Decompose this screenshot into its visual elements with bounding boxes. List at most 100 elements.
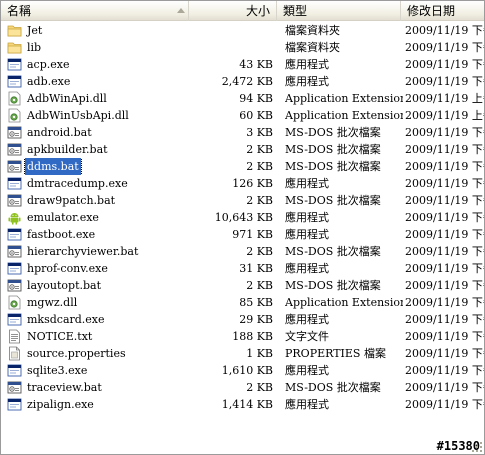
column-header-modified-label: 修改日期: [407, 4, 456, 18]
file-name: mgwz.dll: [27, 296, 78, 309]
file-size: 971 KB: [232, 228, 273, 241]
file-row[interactable]: emulator.exe 10,643 KB 應用程式 2009/11/19 下午: [1, 209, 484, 226]
file-size: [189, 22, 273, 39]
file-name-cell: source.properties: [7, 345, 189, 362]
file-size: 2 KB: [246, 143, 273, 156]
file-modified: 2009/11/19 下午: [405, 177, 484, 190]
file-name: draw9patch.bat: [27, 194, 116, 207]
file-row[interactable]: hierarchyviewer.bat 2 KB MS-DOS 批次檔案 2009/1…: [1, 243, 484, 260]
file-modified: 2009/11/19 下午: [405, 364, 484, 377]
file-modified: 2009/11/19 下午: [405, 143, 484, 156]
file-type: Application Extension: [285, 296, 403, 309]
file-modified: 2009/11/19 下午: [405, 398, 484, 411]
file-row[interactable]: fastboot.exe 971 KB 應用程式 2009/11/19 下午: [1, 226, 484, 243]
file-modified: 2009/11/19 下午: [405, 347, 484, 360]
file-type: 應用程式: [285, 211, 329, 224]
resize-grip-icon[interactable]: [470, 440, 484, 454]
file-size: 43 KB: [239, 58, 273, 71]
file-row[interactable]: mgwz.dll 85 KB Application Extension 2009/1…: [1, 294, 484, 311]
file-row[interactable]: Jet 檔案資料夾 2009/11/19 下午: [1, 22, 484, 39]
file-name: NOTICE.txt: [27, 330, 93, 343]
file-row[interactable]: ddms.bat 2 KB MS-DOS 批次檔案 2009/11/19 下午: [1, 158, 484, 175]
file-size: 188 KB: [232, 330, 273, 343]
file-type: MS-DOS 批次檔案: [285, 126, 381, 139]
file-row[interactable]: hprof-conv.exe 31 KB 應用程式 2009/11/19 下午: [1, 260, 484, 277]
file-name-cell: emulator.exe: [7, 209, 189, 226]
dll-icon: [7, 295, 22, 310]
file-type: MS-DOS 批次檔案: [285, 194, 381, 207]
file-size: 29 KB: [239, 313, 273, 326]
file-name-cell: lib: [7, 39, 189, 56]
file-size: 2 KB: [246, 279, 273, 292]
file-row[interactable]: dmtracedump.exe 126 KB 應用程式 2009/11/19 下午: [1, 175, 484, 192]
file-row[interactable]: lib 檔案資料夾 2009/11/19 下午: [1, 39, 484, 56]
file-name: hierarchyviewer.bat: [27, 245, 139, 258]
file-modified: 2009/11/19 下午: [405, 330, 484, 343]
file-row[interactable]: AdbWinUsbApi.dll 60 KB Application Extensi…: [1, 107, 484, 124]
file-size: 1 KB: [246, 347, 273, 360]
column-header-type[interactable]: 類型: [277, 1, 401, 21]
file-row[interactable]: apkbuilder.bat 2 KB MS-DOS 批次檔案 2009/11/19 …: [1, 141, 484, 158]
file-type: 文字文件: [285, 330, 329, 343]
dll-icon: [7, 91, 22, 106]
folder-icon: [7, 40, 22, 55]
file-name-cell: zipalign.exe: [7, 396, 189, 413]
file-size: 2 KB: [246, 194, 273, 207]
file-row[interactable]: zipalign.exe 1,414 KB 應用程式 2009/11/19 下午: [1, 396, 484, 413]
android-icon: [7, 210, 22, 225]
exe-icon: [7, 74, 22, 89]
file-name-cell: dmtracedump.exe: [7, 175, 189, 192]
file-name-cell: AdbWinApi.dll: [7, 90, 189, 107]
file-name: sqlite3.exe: [27, 364, 88, 377]
column-header-modified[interactable]: 修改日期: [401, 1, 484, 21]
file-row[interactable]: mksdcard.exe 29 KB 應用程式 2009/11/19 下午: [1, 311, 484, 328]
file-name-cell: NOTICE.txt: [7, 328, 189, 345]
file-type: MS-DOS 批次檔案: [285, 279, 381, 292]
folder-icon: [7, 23, 22, 38]
file-name: dmtracedump.exe: [27, 177, 128, 190]
text-file-icon: [7, 329, 22, 344]
file-row[interactable]: layoutopt.bat 2 KB MS-DOS 批次檔案 2009/11/19 下…: [1, 277, 484, 294]
file-modified: 2009/11/19 下午: [405, 228, 484, 241]
exe-icon: [7, 57, 22, 72]
column-header-name[interactable]: 名稱: [1, 1, 189, 21]
column-header-size[interactable]: 大小: [189, 1, 277, 21]
file-size: 1,610 KB: [221, 364, 273, 377]
file-list: Jet 檔案資料夾 2009/11/19 下午 lib 檔案資料夾 2009/11/19 …: [1, 22, 484, 413]
file-row[interactable]: android.bat 3 KB MS-DOS 批次檔案 2009/11/19 下午: [1, 124, 484, 141]
file-name-cell: android.bat: [7, 124, 189, 141]
file-name-cell: AdbWinUsbApi.dll: [7, 107, 189, 124]
bat-icon: [7, 278, 22, 293]
file-modified: 2009/11/19 下午: [405, 24, 484, 37]
file-row[interactable]: AdbWinApi.dll 94 KB Application Extension 2…: [1, 90, 484, 107]
exe-icon: [7, 312, 22, 327]
file-row[interactable]: NOTICE.txt 188 KB 文字文件 2009/11/19 下午: [1, 328, 484, 345]
exe-icon: [7, 227, 22, 242]
exe-icon: [7, 397, 22, 412]
file-type: MS-DOS 批次檔案: [285, 143, 381, 156]
file-size: 2 KB: [246, 245, 273, 258]
file-row[interactable]: draw9patch.bat 2 KB MS-DOS 批次檔案 2009/11/19 …: [1, 192, 484, 209]
file-modified: 2009/11/19 上午: [405, 92, 484, 105]
file-name-cell: Jet: [7, 22, 189, 39]
file-name: mksdcard.exe: [27, 313, 105, 326]
file-modified: 2009/11/19 上午: [405, 109, 484, 122]
file-type: 應用程式: [285, 364, 329, 377]
file-row[interactable]: sqlite3.exe 1,610 KB 應用程式 2009/11/19 下午: [1, 362, 484, 379]
file-row[interactable]: traceview.bat 2 KB MS-DOS 批次檔案 2009/11/19 下…: [1, 379, 484, 396]
bat-icon: [7, 193, 22, 208]
file-type: 應用程式: [285, 313, 329, 326]
file-type: 應用程式: [285, 228, 329, 241]
file-modified: 2009/11/19 下午: [405, 211, 484, 224]
file-name-cell: mgwz.dll: [7, 294, 189, 311]
file-modified: 2009/11/19 下午: [405, 126, 484, 139]
file-type: MS-DOS 批次檔案: [285, 160, 381, 173]
file-modified: 2009/11/19 下午: [405, 381, 484, 394]
file-row[interactable]: adb.exe 2,472 KB 應用程式 2009/11/19 下午: [1, 73, 484, 90]
file-type: 應用程式: [285, 398, 329, 411]
file-size: 2 KB: [246, 381, 273, 394]
file-name: AdbWinUsbApi.dll: [27, 109, 129, 122]
file-row[interactable]: acp.exe 43 KB 應用程式 2009/11/19 下午: [1, 56, 484, 73]
file-row[interactable]: source.properties 1 KB PROPERTIES 檔案 2009/1…: [1, 345, 484, 362]
file-modified: 2009/11/19 下午: [405, 58, 484, 71]
